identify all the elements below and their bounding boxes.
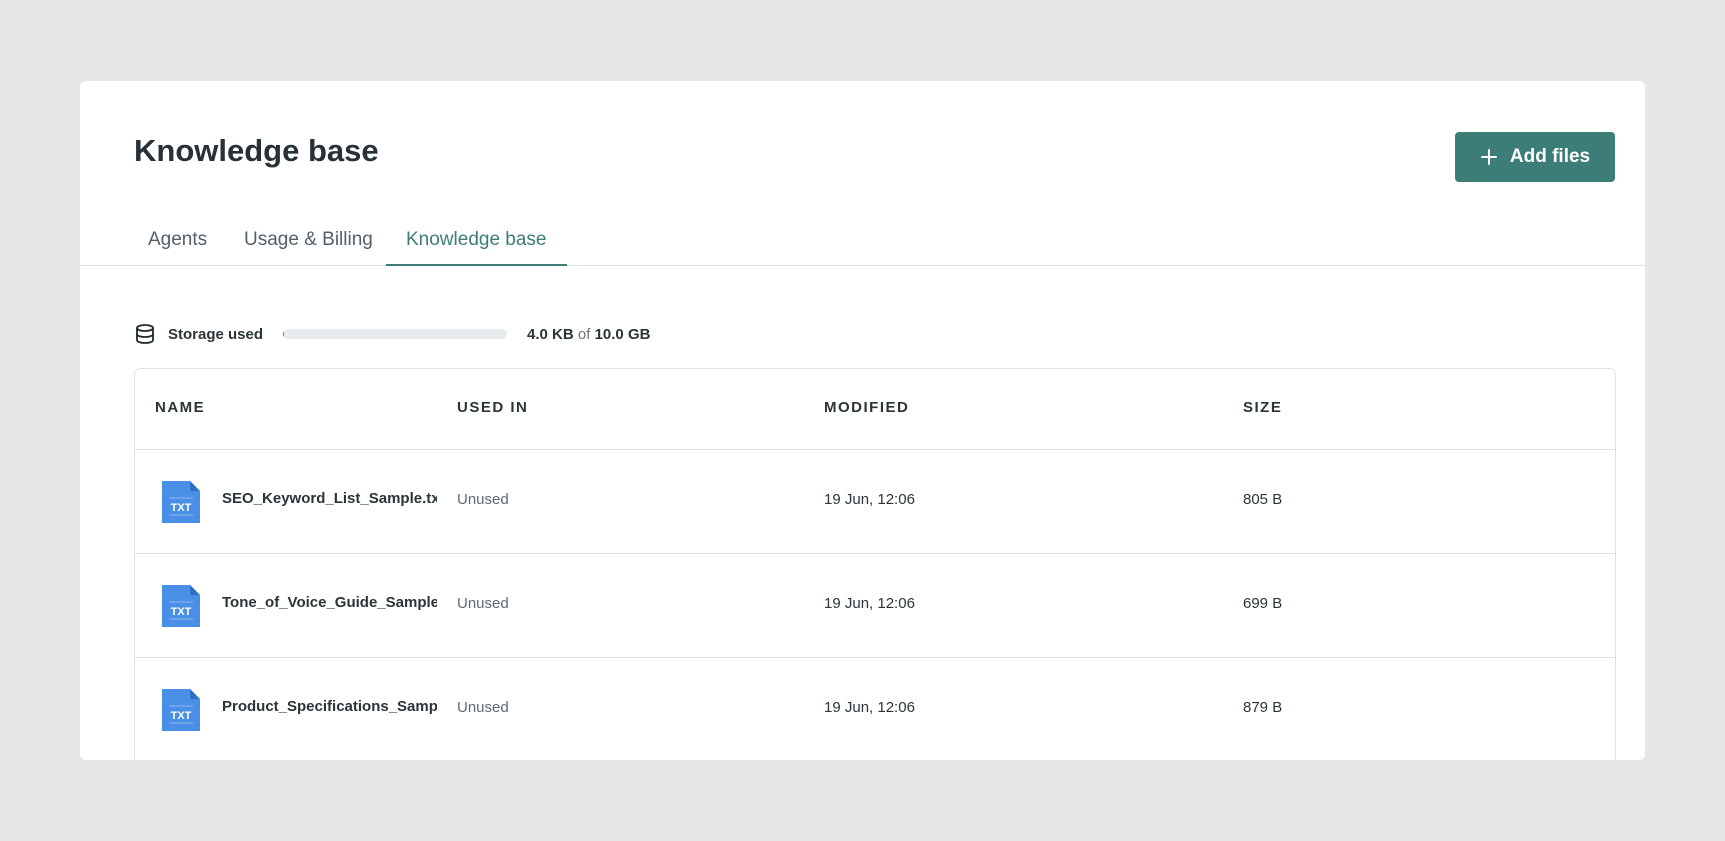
tab-usage-billing[interactable]: Usage & Billing [244,228,373,264]
size-value: 879 B [1243,699,1283,716]
svg-text:TXT: TXT [171,710,192,722]
modified-value: 19 Jun, 12:06 [824,491,915,508]
database-icon [136,324,154,344]
storage-progress-bar [283,329,508,339]
svg-text:TXT: TXT [171,502,192,514]
add-files-label: Add files [1509,146,1591,167]
table-row[interactable]: TXT Tone_of_Voice_Guide_Sample. Unused 1… [135,554,1615,658]
storage-used-value: 4.0 KB [527,325,574,343]
file-name[interactable]: SEO_Keyword_List_Sample.txt [222,490,437,507]
plus-icon [1480,149,1497,165]
txt-file-icon: TXT [162,689,200,731]
storage-of: of [577,325,591,343]
size-value: 805 B [1243,491,1283,508]
storage-total-value: 10.0 GB [594,325,651,343]
file-name[interactable]: Tone_of_Voice_Guide_Sample. [222,594,437,611]
page-title: Knowledge base [134,133,379,168]
modified-value: 19 Jun, 12:06 [824,699,915,716]
column-header-modified[interactable]: MODIFIED [824,399,909,416]
add-files-button[interactable]: Add files [1455,132,1615,182]
tab-agents[interactable]: Agents [148,228,207,264]
svg-text:TXT: TXT [171,606,192,618]
table-row[interactable]: TXT Product_Specifications_Sampl Unused … [135,658,1615,760]
storage-amount: 4.0 KB of 10.0 GB [527,326,650,343]
modified-value: 19 Jun, 12:06 [824,595,915,612]
storage-usage: Storage used 4.0 KB of 10.0 GB [134,321,650,347]
size-value: 699 B [1243,595,1283,612]
table-row[interactable]: TXT SEO_Keyword_List_Sample.txt Unused 1… [135,450,1615,554]
used-in-value: Unused [457,491,509,508]
txt-file-icon: TXT [162,481,200,523]
tab-knowledge-base[interactable]: Knowledge base [386,228,567,266]
column-header-size[interactable]: SIZE [1243,399,1282,416]
txt-file-icon: TXT [162,585,200,627]
used-in-value: Unused [457,595,509,612]
file-name[interactable]: Product_Specifications_Sampl [222,698,437,715]
used-in-value: Unused [457,699,509,716]
files-table: NAME USED IN MODIFIED SIZE TXT SEO_Keywo… [134,368,1616,760]
knowledge-base-card: Agents Usage & Billing Knowledge base Kn… [80,81,1645,760]
tab-bar: Agents Usage & Billing Knowledge base [80,81,1645,266]
column-header-used-in[interactable]: USED IN [457,399,528,416]
storage-label: Storage used [168,325,264,343]
table-header: NAME USED IN MODIFIED SIZE [135,369,1615,450]
column-header-name[interactable]: NAME [155,399,205,416]
